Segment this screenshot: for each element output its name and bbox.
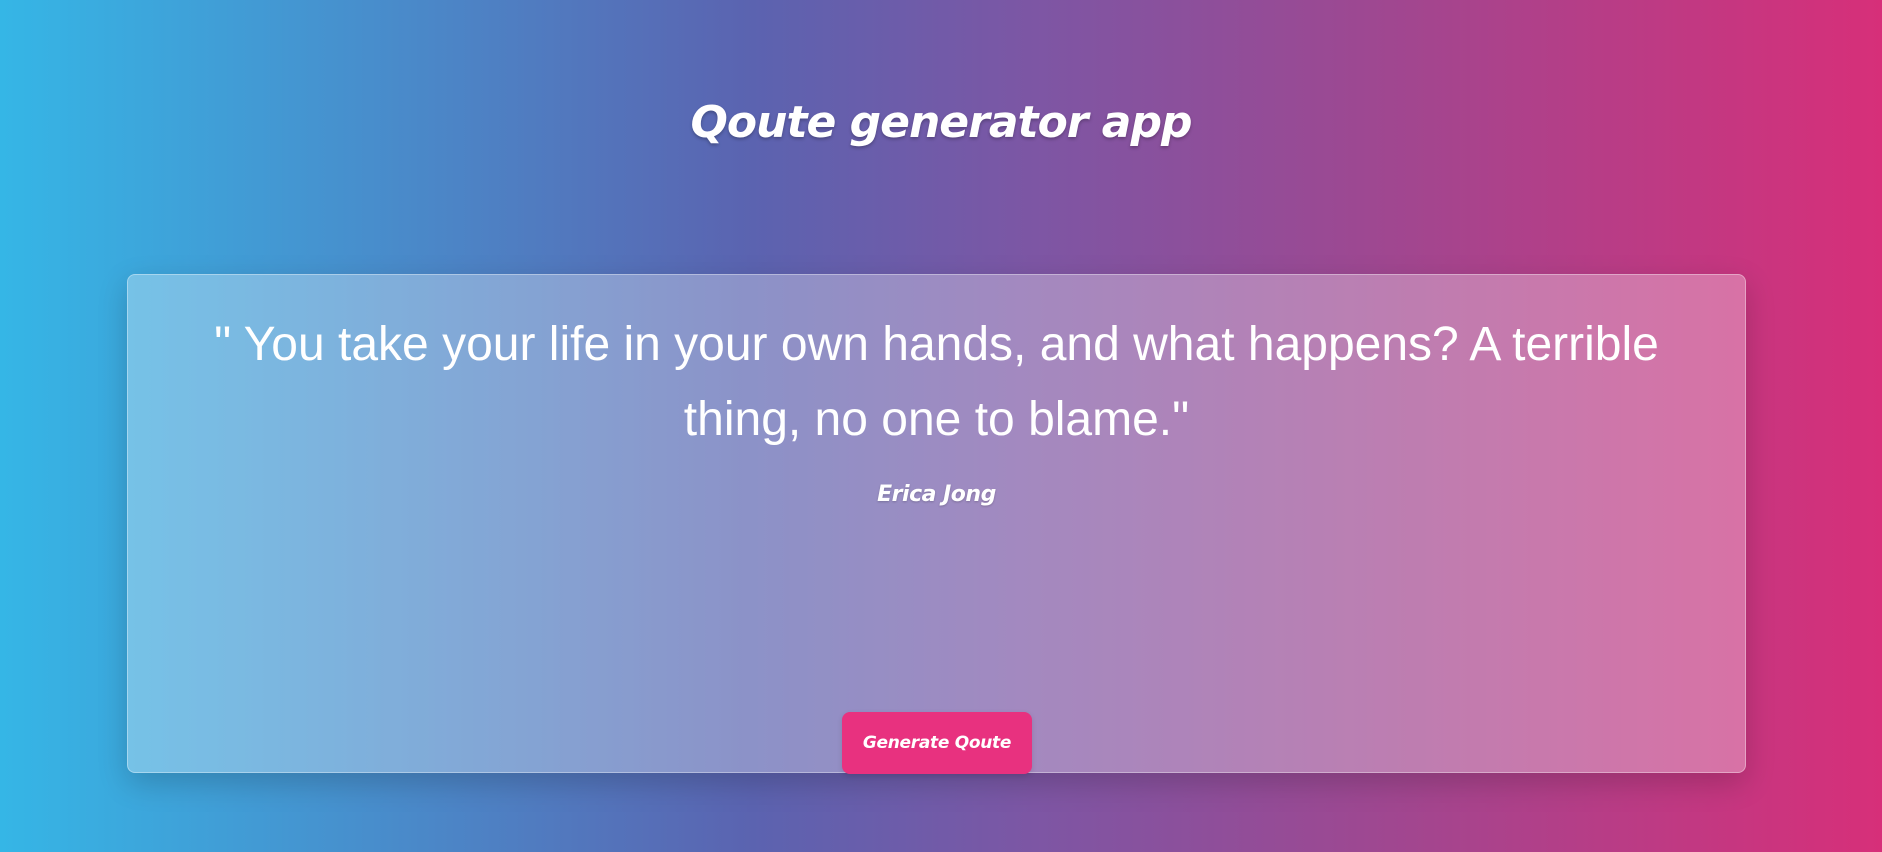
quote-card: " You take your life in your own hands, … (127, 274, 1746, 773)
page-background: { "header": { "title": "Qoute generator … (0, 0, 1882, 852)
generate-quote-button[interactable]: Generate Qoute (842, 712, 1032, 774)
quote-author: Erica Jong (877, 482, 996, 507)
quote-text: " You take your life in your own hands, … (214, 318, 1659, 446)
app-title: Qoute generator app (690, 97, 1192, 148)
